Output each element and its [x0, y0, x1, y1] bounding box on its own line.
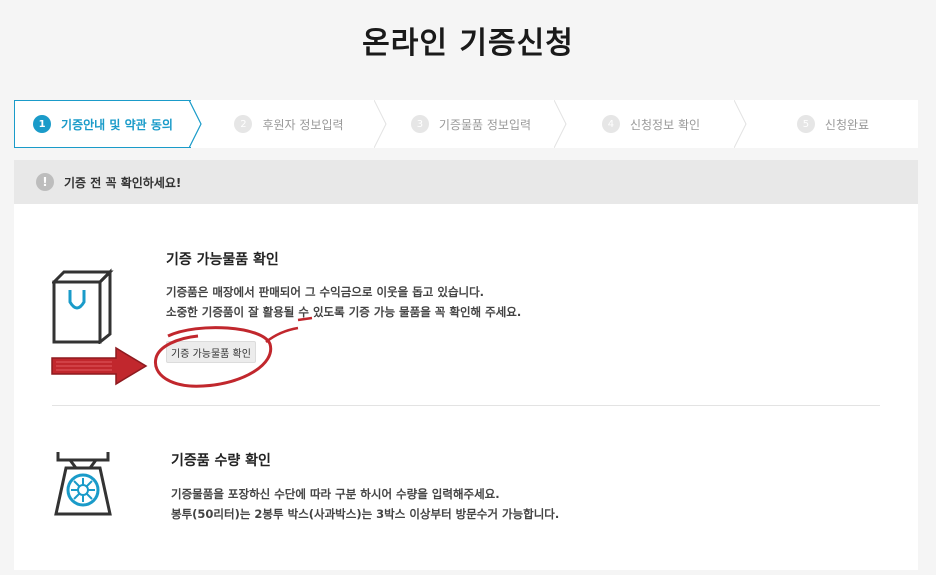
section-text-line: 기증물품을 포장하신 수단에 따라 구분 하시어 수량을 입력해주세요. — [171, 487, 500, 501]
section-title: 기증품 수량 확인 — [171, 453, 271, 469]
step-label: 신청정보 확인 — [629, 117, 701, 132]
step-5: 5 신청완료 — [748, 100, 918, 148]
section-divider — [52, 405, 880, 406]
step-progress-bar: 1 기증안내 및 약관 동의 2 후원자 정보입력 3 기증물품 정보입력 4 … — [14, 100, 918, 148]
exclamation-icon: ! — [36, 173, 54, 191]
notice-bar: ! 기증 전 꼭 확인하세요! — [14, 160, 918, 204]
step-number: 2 — [234, 115, 253, 133]
step-label: 후원자 정보입력 — [262, 117, 344, 132]
section-text-line: 소중한 기증품이 잘 활용될 수 있도록 기증 가능 물품을 꼭 확인해 주세요… — [166, 305, 522, 319]
section-title: 기증 가능물품 확인 — [166, 252, 279, 268]
red-circle-annotation — [153, 326, 273, 388]
step-label: 신청완료 — [824, 117, 870, 132]
red-underline-annotation — [265, 316, 313, 343]
section-text-line: 봉투(50리터)는 2봉투 박스(사과박스)는 3박스 이상부터 방문수거 가능… — [171, 507, 560, 521]
step-number: 1 — [33, 115, 52, 133]
step-3: 3 기증물품 정보입력 — [388, 100, 554, 148]
red-arrow-icon — [51, 346, 148, 386]
step-number: 4 — [601, 115, 620, 133]
step-separator — [374, 100, 387, 148]
step-2: 2 후원자 정보입력 — [204, 100, 374, 148]
step-separator — [554, 100, 567, 148]
content-panel: 기증 가능물품 확인 기증품은 매장에서 판매되어 그 수익금으로 이웃을 돕고… — [14, 204, 918, 570]
step-4: 4 신청정보 확인 — [568, 100, 734, 148]
step-label: 기증물품 정보입력 — [438, 117, 532, 132]
step-number: 5 — [796, 115, 815, 133]
step-separator — [734, 100, 747, 148]
step-number: 3 — [410, 115, 429, 133]
scale-icon — [54, 452, 112, 516]
notice-text: 기증 전 꼭 확인하세요! — [64, 175, 182, 190]
section-text-line: 기증품은 매장에서 판매되어 그 수익금으로 이웃을 돕고 있습니다. — [166, 285, 485, 299]
shopping-bag-icon — [52, 268, 114, 344]
step-1: 1 기증안내 및 약관 동의 — [14, 100, 192, 148]
page-title: 온라인 기증신청 — [362, 26, 574, 61]
step-label: 기증안내 및 약관 동의 — [61, 117, 173, 132]
